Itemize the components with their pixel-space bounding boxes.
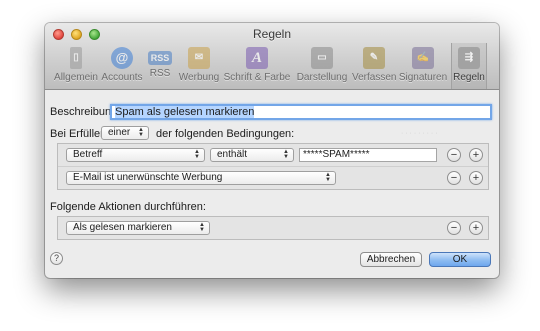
remove-action-button[interactable]: − [447,221,461,235]
help-button[interactable]: ? [50,252,63,265]
title-bar: Regeln ▯ Allgemein @ Accounts RSS RSS ✉ … [45,23,499,90]
condition-value-field[interactable]: *****SPAM***** [299,148,437,162]
add-action-button[interactable]: + [469,221,483,235]
ghost-text: · · · · · · · · · [401,130,438,137]
switch-icon: ▯ [70,47,82,69]
toolbar-label: RSS [149,68,171,79]
cancel-label: Abbrechen [366,254,416,265]
font-icon: A [246,47,268,69]
cancel-button[interactable]: Abbrechen [360,252,422,267]
toolbar-item-rss[interactable]: RSS RSS [145,43,175,89]
row-divider [58,166,488,167]
updown-arrows-icon: ▲ ▼ [199,222,205,233]
preferences-toolbar: ▯ Allgemein @ Accounts RSS RSS ✉ Werbung… [45,43,499,89]
condition-field-value: E-Mail ist unerwünschte Werbung [73,172,223,183]
quantifier-value: einer [108,127,131,138]
minus-icon: − [450,149,458,161]
envelope-icon: ✉ [188,47,210,69]
ok-label: OK [452,254,468,265]
toolbar-label: Regeln [453,72,485,83]
updown-arrows-icon: ▲ ▼ [138,127,144,138]
pencil-icon: ✎ [363,47,385,69]
remove-condition-button[interactable]: − [447,148,461,162]
window-title: Regeln [252,27,292,41]
toolbar-item-werbung[interactable]: ✉ Werbung [178,43,220,89]
conditions-box: Betreff ▲ ▼ enthält ▲ ▼ *****SPAM***** − +… [57,143,489,190]
toolbar-label: Signaturen [398,72,448,83]
plus-icon: + [472,222,480,234]
actions-label: Folgende Aktionen durchführen: [50,201,206,213]
rules-icon: ⇶ [458,47,480,69]
condition-field-popup[interactable]: E-Mail ist unerwünschte Werbung ▲ ▼ [66,171,336,185]
toolbar-label: Schrift & Farbe [223,72,291,83]
help-icon: ? [53,253,59,263]
toolbar-label: Darstellung [296,72,348,83]
toolbar-item-schrift-farbe[interactable]: A Schrift & Farbe [223,43,291,89]
rule-form: Beschreibung: Spam als gelesen markieren… [45,90,499,278]
add-condition-button[interactable]: + [469,171,483,185]
toolbar-item-signaturen[interactable]: ✍ Signaturen [398,43,448,89]
remove-condition-button[interactable]: − [447,171,461,185]
updown-arrows-icon: ▲ ▼ [325,172,331,183]
toolbar-item-darstellung[interactable]: ▭ Darstellung [294,43,350,89]
toolbar-item-regeln[interactable]: ⇶ Regeln [451,43,487,89]
rss-icon: RSS [148,51,172,65]
add-condition-button[interactable]: + [469,148,483,162]
toolbar-label: Accounts [101,72,143,83]
minus-icon: − [450,222,458,234]
plus-icon: + [472,149,480,161]
conditions-suffix-label: der folgenden Bedingungen: [156,128,295,140]
quantifier-popup[interactable]: einer ▲ ▼ [101,126,149,140]
condition-operator-popup[interactable]: enthält ▲ ▼ [210,148,294,162]
condition-field-value: Betreff [73,149,103,160]
rule-editor-window: Regeln ▯ Allgemein @ Accounts RSS RSS ✉ … [45,23,499,278]
condition-operator-value: enthält [217,149,248,160]
ok-button[interactable]: OK [429,252,491,267]
toolbar-item-allgemein[interactable]: ▯ Allgemein [54,43,98,89]
updown-arrows-icon: ▲ ▼ [194,149,200,160]
actions-box: Als gelesen markieren ▲ ▼ − + [57,216,489,240]
at-icon: @ [111,47,133,69]
toolbar-item-verfassen[interactable]: ✎ Verfassen [352,43,396,89]
updown-arrows-icon: ▲ ▼ [283,149,289,160]
toolbar-label: Allgemein [54,72,98,83]
toolbar-label: Verfassen [352,72,397,83]
display-icon: ▭ [311,47,333,69]
minus-icon: − [450,172,458,184]
toolbar-item-accounts[interactable]: @ Accounts [100,43,144,89]
if-label: Bei Erfüllen [50,128,107,140]
action-popup[interactable]: Als gelesen markieren ▲ ▼ [66,221,210,235]
plus-icon: + [472,172,480,184]
condition-value-text: *****SPAM***** [303,149,370,160]
condition-field-popup[interactable]: Betreff ▲ ▼ [66,148,205,162]
signature-icon: ✍ [412,47,434,69]
description-value: Spam als gelesen markieren [115,106,255,118]
toolbar-label: Werbung [178,72,220,83]
action-value: Als gelesen markieren [73,222,172,233]
description-field[interactable]: Spam als gelesen markieren [110,104,492,120]
